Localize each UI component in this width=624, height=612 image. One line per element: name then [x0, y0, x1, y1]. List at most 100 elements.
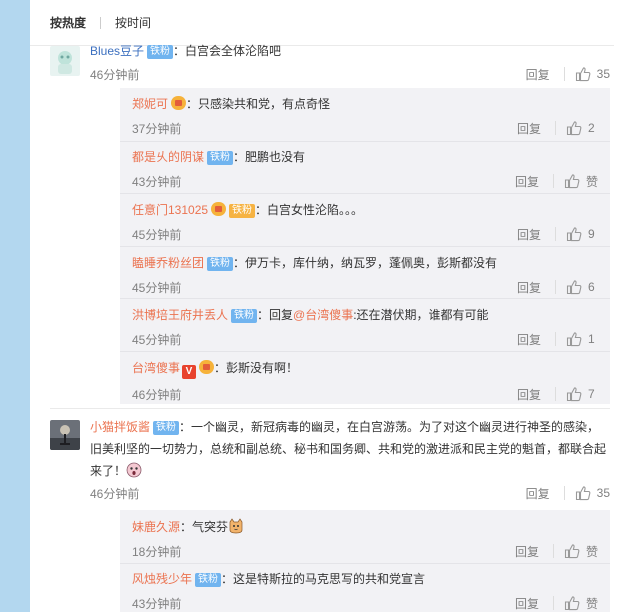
reply-button[interactable]: 回复 [526, 485, 550, 502]
reply-time: 43分钟前 [132, 596, 182, 611]
reply-button[interactable]: 回复 [517, 226, 541, 243]
reply-text: ：白宫女性沦陷。。。 [255, 203, 364, 217]
sort-separator [100, 16, 102, 29]
reply-time: 37分钟前 [132, 121, 182, 136]
reply-username[interactable]: 洪博培王府井丢人 [132, 308, 228, 322]
reply-button[interactable]: 回复 [515, 543, 539, 560]
comment-time: 46分钟前 [90, 486, 140, 501]
reply-time: 46分钟前 [132, 387, 182, 402]
like-count: 2 [588, 121, 595, 135]
thumbs-up-icon[interactable] [566, 279, 582, 295]
fan-badge[interactable]: 铁粉 [195, 573, 222, 587]
reply-button[interactable]: 回复 [517, 279, 541, 296]
comment-username[interactable]: 小猫拌饭酱 [90, 420, 150, 434]
comment-username[interactable]: Blues豆子 [90, 44, 144, 58]
vip-crown-icon [199, 360, 215, 374]
verified-v-icon: V [182, 365, 197, 379]
thumbs-up-icon[interactable] [566, 331, 582, 347]
mention-link[interactable]: @台湾傻事 [293, 308, 353, 322]
comment-text-line2: 旧美利坚的一切势力，总统和副总统、秘书和国务卿、共和党的激进派和民主党的魁首，都… [90, 442, 607, 456]
sub-reply-item: 台湾傻事 V ：彭斯没有啊！ 46分钟前 回复 7 [120, 352, 610, 404]
like-count: 9 [588, 227, 595, 241]
reply-button[interactable]: 回复 [517, 331, 541, 348]
thumbs-up-icon[interactable] [564, 543, 580, 559]
comment-divider [50, 408, 610, 409]
reply-time: 45分钟前 [132, 332, 182, 347]
action-separator [555, 387, 556, 401]
reply-button[interactable]: 回复 [515, 173, 539, 190]
comment-text-line3: 来了！ [90, 464, 127, 478]
reply-username[interactable]: 台湾傻事 [132, 361, 180, 375]
like-count: 1 [588, 332, 595, 346]
sub-reply-list: 郑妮可 ：只感染共和党，有点奇怪 37分钟前 回复 2 都是乆的阴谋 铁粉 ：肥鹏也没有… [120, 88, 610, 404]
reply-text: ：气突芬 [180, 520, 229, 534]
sub-reply-item: 洪博培王府井丢人 铁粉 ：回复@台湾傻事:还在潜伏期，谁都有可能 45分钟前 回复 1 [120, 299, 610, 352]
comment-text-line1: ：一个幽灵，新冠病毒的幽灵，在白宫游荡。为了对这个幽灵进行神圣的感染， [179, 420, 600, 434]
thumbs-up-icon[interactable] [564, 173, 580, 189]
fan-badge[interactable]: 铁粉 [229, 204, 256, 218]
reply-text: ：肥鹏也没有 [233, 150, 306, 164]
comment-item: Blues豆子 铁粉 ：白宫会全体沦陷吧 46分钟前 回复 35 [30, 40, 624, 83]
sub-reply-item: 风烛残少年 铁粉 ：这是特斯拉的马克思写的共和党宣言 43分钟前 回复 赞 [120, 564, 610, 612]
sub-reply-item: 郑妮可 ：只感染共和党，有点奇怪 37分钟前 回复 2 [120, 88, 610, 142]
like-count: 35 [596, 486, 610, 500]
avatar[interactable] [50, 46, 80, 76]
thumbs-up-icon[interactable] [564, 595, 580, 611]
fan-badge[interactable]: 铁粉 [231, 309, 258, 323]
like-count: 35 [596, 67, 610, 81]
fan-badge[interactable]: 铁粉 [147, 45, 174, 59]
action-separator [555, 121, 556, 135]
action-separator [563, 67, 565, 81]
reply-username[interactable]: 都是乆的阴谋 [132, 150, 204, 164]
action-separator [555, 280, 556, 294]
sub-reply-list: 妹鹿久源：气突芬 18分钟前 回复赞 风烛残少年 铁粉 ：这是特斯拉的马克思写的共和… [120, 510, 610, 612]
thumbs-up-icon[interactable] [566, 226, 582, 242]
sub-reply-item: 瞌睡乔粉丝团 铁粉 ：伊万卡，库什纳，纳瓦罗，蓬佩奥，彭斯都没有 45分钟前 回复 6 [120, 247, 610, 299]
like-count: 6 [588, 280, 595, 294]
reply-button[interactable]: 回复 [517, 386, 541, 403]
thumbs-up-icon[interactable] [566, 386, 582, 402]
fan-badge[interactable]: 铁粉 [153, 421, 180, 435]
reply-button[interactable]: 回复 [526, 66, 550, 83]
sort-by-hot[interactable]: 按热度 [50, 14, 86, 31]
sub-reply-item: 都是乆的阴谋 铁粉 ：肥鹏也没有 43分钟前 回复 赞 [120, 142, 610, 194]
reply-text: ：彭斯没有啊！ [214, 361, 299, 375]
reply-text: ：这是特斯拉的马克思写的共和党宣言 [221, 572, 426, 586]
reply-time: 45分钟前 [132, 280, 182, 295]
reply-button[interactable]: 回复 [517, 120, 541, 137]
reply-time: 43分钟前 [132, 174, 182, 189]
like-count: 赞 [585, 174, 598, 189]
vip-crown-icon [171, 96, 187, 110]
reply-button[interactable]: 回复 [515, 595, 539, 612]
action-separator [552, 174, 554, 188]
like-count: 赞 [585, 596, 598, 611]
reply-time: 18分钟前 [132, 544, 182, 559]
sort-by-time[interactable]: 按时间 [115, 14, 151, 31]
reply-text-prefix: ：回复 [257, 308, 294, 322]
thumbs-up-icon[interactable] [566, 120, 582, 136]
reply-text: ：只感染共和党，有点奇怪 [186, 97, 331, 111]
reply-username[interactable]: 风烛残少年 [132, 572, 192, 586]
reply-username[interactable]: 妹鹿久源 [132, 520, 180, 534]
vip-crown-icon [211, 202, 227, 216]
thumbs-up-icon[interactable] [575, 485, 591, 501]
reply-text-suffix: :还在潜伏期，谁都有可能 [353, 308, 489, 322]
reply-username[interactable]: 瞌睡乔粉丝团 [132, 256, 204, 270]
action-separator [552, 544, 554, 558]
reply-text: ：伊万卡，库什纳，纳瓦罗，蓬佩奥，彭斯都没有 [233, 256, 498, 270]
reply-username[interactable]: 郑妮可 [132, 97, 168, 111]
fan-badge[interactable]: 铁粉 [207, 257, 234, 271]
action-separator [563, 486, 565, 500]
avatar[interactable] [50, 420, 80, 450]
surprised-face-icon [126, 462, 142, 478]
left-strip [0, 0, 30, 612]
action-separator [555, 227, 556, 241]
sub-reply-item: 妹鹿久源：气突芬 18分钟前 回复 赞 [120, 510, 610, 564]
fan-badge[interactable]: 铁粉 [207, 151, 234, 165]
reply-username[interactable]: 任意门131025 [132, 203, 208, 217]
like-count: 7 [588, 387, 595, 401]
comment-panel: 按热度 按时间 Blues豆子铁粉：白宫会全体沦陷吧 46分钟前 回复 35 [30, 0, 624, 612]
comment-text: ：白宫会全体沦陷吧 [173, 44, 282, 58]
sub-reply-item: 任意门131025 铁粉 ：白宫女性沦陷。。。 45分钟前 回复 9 [120, 194, 610, 247]
thumbs-up-icon[interactable] [575, 66, 591, 82]
